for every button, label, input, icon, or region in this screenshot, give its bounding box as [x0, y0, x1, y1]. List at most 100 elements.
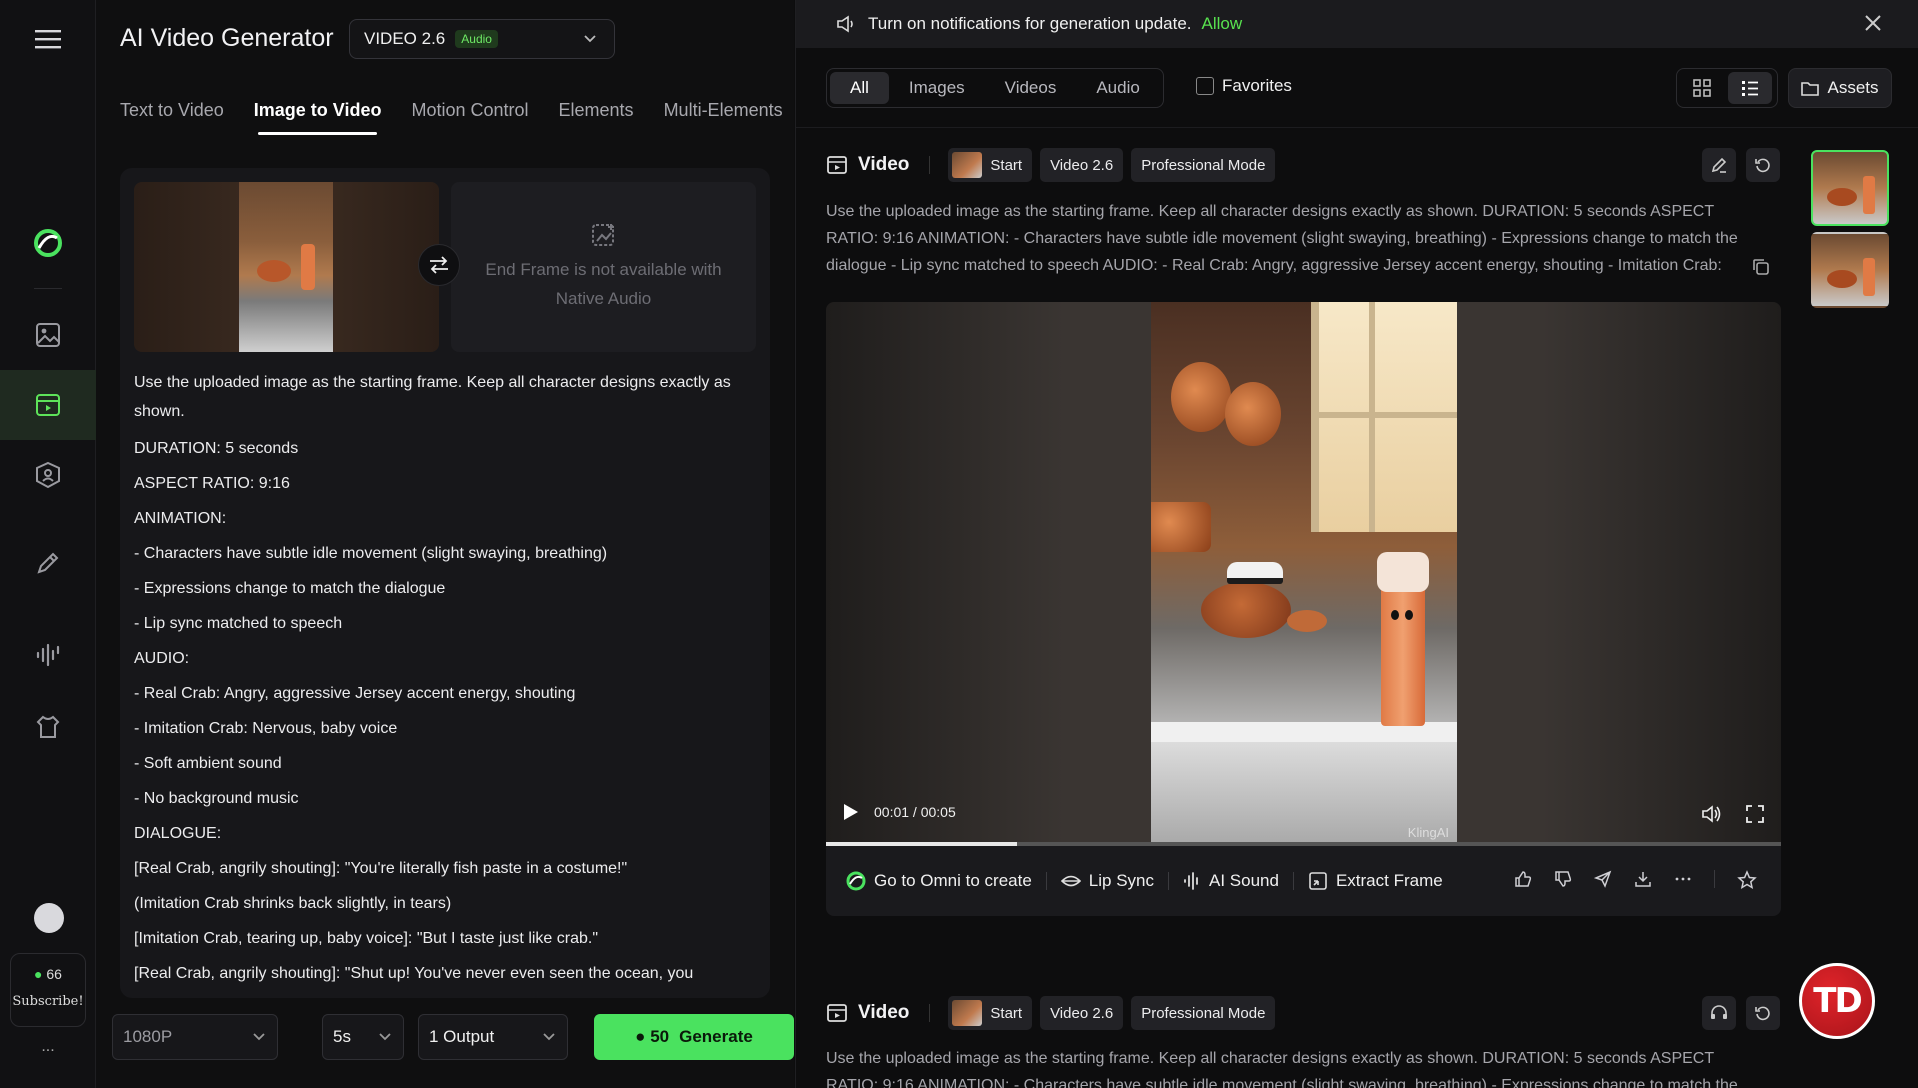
thumbs-up-icon[interactable]: [1514, 870, 1532, 888]
folder-icon: [1801, 82, 1820, 96]
volume-icon[interactable]: [1701, 804, 1723, 824]
fullscreen-icon[interactable]: [1745, 804, 1765, 824]
start-frame-image: [239, 182, 333, 352]
share-icon[interactable]: [1594, 870, 1612, 888]
kling-logo-icon[interactable]: [0, 208, 96, 278]
tab-text-to-video[interactable]: Text to Video: [120, 100, 224, 135]
mode-chip: Professional Mode: [1131, 148, 1276, 182]
close-icon[interactable]: [1863, 13, 1883, 33]
video-gen-icon[interactable]: [0, 370, 96, 440]
end-frame-message: End Frame is not available with Native A…: [485, 260, 722, 308]
credit-cost: 50: [650, 1027, 670, 1046]
filter-videos[interactable]: Videos: [985, 72, 1077, 104]
allow-link[interactable]: Allow: [1202, 14, 1243, 34]
card-prompt-line: dialogue - Lip sync matched to speech AU…: [826, 257, 1722, 274]
result-card-header: Video Start Video 2.6 Professional Mode: [826, 996, 1283, 1030]
prompt-textarea[interactable]: Use the uploaded image as the starting f…: [134, 364, 754, 991]
regenerate-icon[interactable]: [1746, 996, 1780, 1030]
tab-motion-control[interactable]: Motion Control: [411, 100, 528, 135]
megaphone-icon: [837, 15, 853, 33]
model-chip: Video 2.6: [1040, 148, 1124, 182]
shirt-tool-icon[interactable]: [0, 692, 96, 762]
tab-elements[interactable]: Elements: [559, 100, 634, 135]
more-icon[interactable]: ...: [0, 1038, 96, 1056]
filter-images[interactable]: Images: [889, 72, 985, 104]
page-title: AI Video Generator: [120, 24, 334, 52]
card-prompt-text: Use the uploaded image as the starting f…: [826, 198, 1756, 279]
prompt-line: [Real Crab, angrily shouting]: "Shut up!…: [134, 965, 694, 982]
resolution-select[interactable]: 1080P: [112, 1014, 278, 1060]
tab-image-to-video[interactable]: Image to Video: [254, 100, 381, 135]
prompt-line: (Imitation Crab shrinks back slightly, i…: [134, 895, 452, 912]
grid-view-icon[interactable]: [1680, 72, 1724, 104]
menu-icon[interactable]: [0, 4, 96, 74]
swap-frames-icon[interactable]: [418, 244, 460, 286]
add-image-icon: [591, 224, 614, 246]
ai-sound-label: AI Sound: [1209, 871, 1279, 890]
generate-button[interactable]: ● 50 Generate: [594, 1014, 794, 1060]
more-icon[interactable]: [1674, 870, 1692, 888]
mode-chip: Professional Mode: [1131, 996, 1276, 1030]
omni-label: Go to Omni to create: [874, 871, 1032, 890]
resolution-value: 1080P: [123, 1027, 173, 1046]
avatar-tool-icon[interactable]: [0, 440, 96, 510]
start-frame-upload[interactable]: [134, 182, 439, 352]
lip-sync-button[interactable]: Lip Sync: [1060, 871, 1154, 891]
download-icon[interactable]: [1634, 870, 1652, 888]
prompt-line: Use the uploaded image as the starting f…: [134, 374, 731, 420]
credits-box[interactable]: ● 66 Subscribe!: [10, 953, 86, 1027]
copy-icon[interactable]: [1752, 258, 1770, 276]
avatar[interactable]: [34, 903, 64, 933]
model-name: VIDEO 2.6: [364, 29, 446, 48]
video-action-bar: Go to Omni to create Lip Sync AI Sound E…: [826, 846, 1781, 916]
edit-icon[interactable]: [1702, 148, 1736, 182]
card-prompt-line: RATIO: 9:16 ANIMATION: - Characters have…: [826, 230, 1738, 247]
chip-start-label: Start: [990, 156, 1023, 174]
omni-button[interactable]: Go to Omni to create: [846, 871, 1032, 891]
filter-audio[interactable]: Audio: [1076, 72, 1159, 104]
audio-tool-icon[interactable]: [0, 620, 96, 690]
support-icon[interactable]: [1702, 996, 1736, 1030]
card-prompt-line: Use the uploaded image as the starting f…: [826, 203, 1715, 220]
favorites-toggle[interactable]: Favorites: [1196, 76, 1292, 96]
video-player[interactable]: KlingAI 00:01 / 00:05: [826, 302, 1781, 846]
start-frame-chip[interactable]: Start: [948, 148, 1033, 182]
result-thumbnail[interactable]: [1811, 150, 1889, 226]
prompt-line: DURATION: 5 seconds: [134, 440, 299, 457]
lips-icon: [1060, 875, 1081, 887]
prompt-line: - Lip sync matched to speech: [134, 615, 343, 632]
ai-sound-button[interactable]: AI Sound: [1183, 871, 1279, 891]
favorites-checkbox[interactable]: [1196, 77, 1214, 95]
card-type-label: Video: [858, 1002, 910, 1023]
model-select[interactable]: VIDEO 2.6 Audio: [349, 19, 615, 59]
assets-button[interactable]: Assets: [1788, 68, 1892, 108]
filter-all[interactable]: All: [830, 72, 889, 104]
credit-count: 66: [46, 966, 62, 982]
play-icon[interactable]: [842, 802, 860, 822]
list-view-icon[interactable]: [1728, 72, 1772, 104]
duration-value: 5s: [333, 1027, 351, 1046]
extract-frame-button[interactable]: Extract Frame: [1308, 871, 1443, 891]
duration-select[interactable]: 5s: [322, 1014, 404, 1060]
edit-tool-icon[interactable]: [0, 528, 96, 598]
subscribe-link[interactable]: Subscribe!: [11, 994, 85, 1009]
thumbs-down-icon[interactable]: [1554, 870, 1572, 888]
outputs-select[interactable]: 1 Output: [418, 1014, 568, 1060]
results-panel: Turn on notifications for generation upd…: [795, 0, 1918, 1088]
start-frame-chip[interactable]: Start: [948, 996, 1033, 1030]
prompt-line: ASPECT RATIO: 9:16: [134, 475, 290, 492]
star-icon[interactable]: [1737, 870, 1757, 890]
video-icon: [827, 1004, 847, 1022]
result-card-header: Video Start Video 2.6 Professional Mode: [826, 148, 1283, 182]
chevron-down-icon: [543, 1033, 555, 1041]
chevron-down-icon: [379, 1033, 391, 1041]
result-thumbnail[interactable]: [1811, 232, 1889, 308]
tab-multi-elements[interactable]: Multi-Elements: [664, 100, 783, 135]
regenerate-icon[interactable]: [1746, 148, 1780, 182]
credit-flame-icon: ●: [34, 966, 43, 982]
notification-text: Turn on notifications for generation upd…: [868, 14, 1192, 33]
prompt-line: [Imitation Crab, tearing up, baby voice]…: [134, 930, 599, 947]
td-badge[interactable]: TD: [1799, 963, 1875, 1039]
image-gen-icon[interactable]: [0, 300, 96, 370]
omni-icon: [846, 871, 866, 891]
